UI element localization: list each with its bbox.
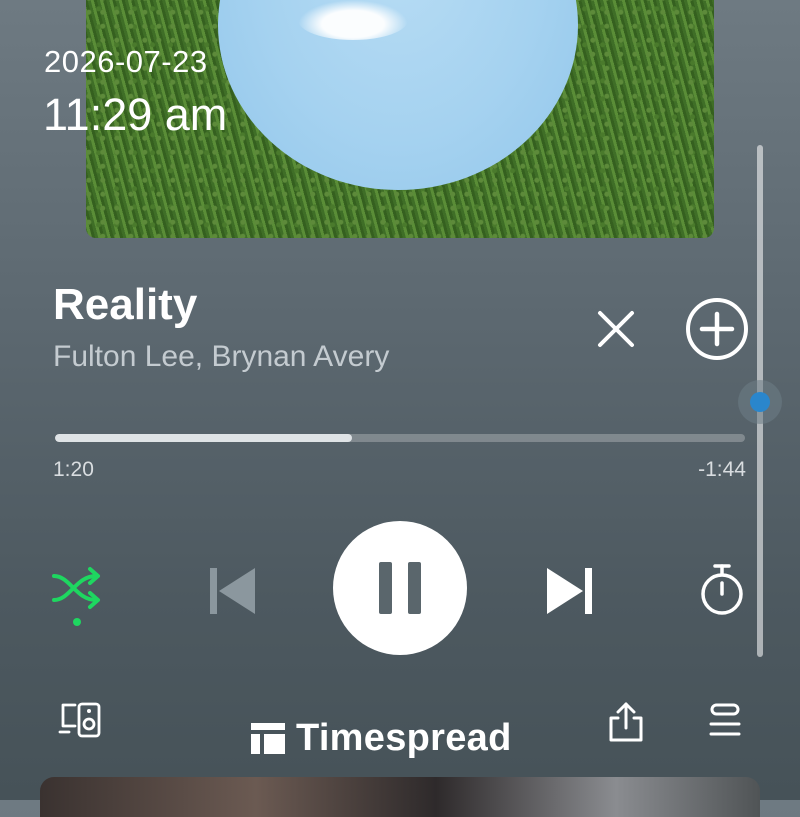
pause-button[interactable] bbox=[333, 521, 467, 655]
next-button[interactable] bbox=[540, 560, 602, 622]
sleep-timer-button[interactable] bbox=[694, 560, 750, 618]
add-circle-icon bbox=[686, 298, 748, 360]
close-button[interactable] bbox=[592, 305, 640, 353]
previous-button[interactable] bbox=[200, 560, 262, 622]
brand-logo-icon bbox=[251, 723, 285, 754]
playback-progress-fill bbox=[55, 434, 352, 442]
queue-button[interactable] bbox=[704, 702, 746, 742]
share-icon bbox=[609, 702, 643, 742]
connect-device-icon bbox=[58, 702, 101, 738]
sleep-timer-icon bbox=[701, 564, 743, 615]
elapsed-time: 1:20 bbox=[53, 458, 94, 481]
skip-next-icon bbox=[547, 568, 592, 614]
artwork-cloud bbox=[298, 0, 408, 40]
track-artists[interactable]: Fulton Lee, Brynan Avery bbox=[53, 340, 389, 374]
connect-devices-button[interactable] bbox=[57, 700, 103, 740]
brand-logo: Timespread bbox=[250, 716, 512, 760]
playback-progress-bar[interactable] bbox=[55, 434, 745, 442]
scrollbar-thumb[interactable] bbox=[738, 380, 782, 424]
skip-previous-icon bbox=[210, 568, 255, 614]
status-time: 11:29 am bbox=[43, 89, 228, 140]
pause-icon bbox=[379, 562, 421, 614]
shuffle-icon bbox=[52, 567, 100, 626]
close-icon bbox=[598, 311, 634, 347]
share-button[interactable] bbox=[606, 700, 646, 744]
queue-icon bbox=[709, 703, 741, 736]
add-to-library-button[interactable] bbox=[684, 296, 750, 362]
remaining-time: -1:44 bbox=[698, 458, 746, 481]
lyrics-preview-card[interactable] bbox=[40, 777, 760, 817]
status-date: 2026-07-23 bbox=[44, 44, 208, 79]
track-title: Reality bbox=[53, 280, 198, 329]
brand-name: Timespread bbox=[296, 716, 512, 759]
shuffle-button[interactable] bbox=[48, 560, 110, 630]
